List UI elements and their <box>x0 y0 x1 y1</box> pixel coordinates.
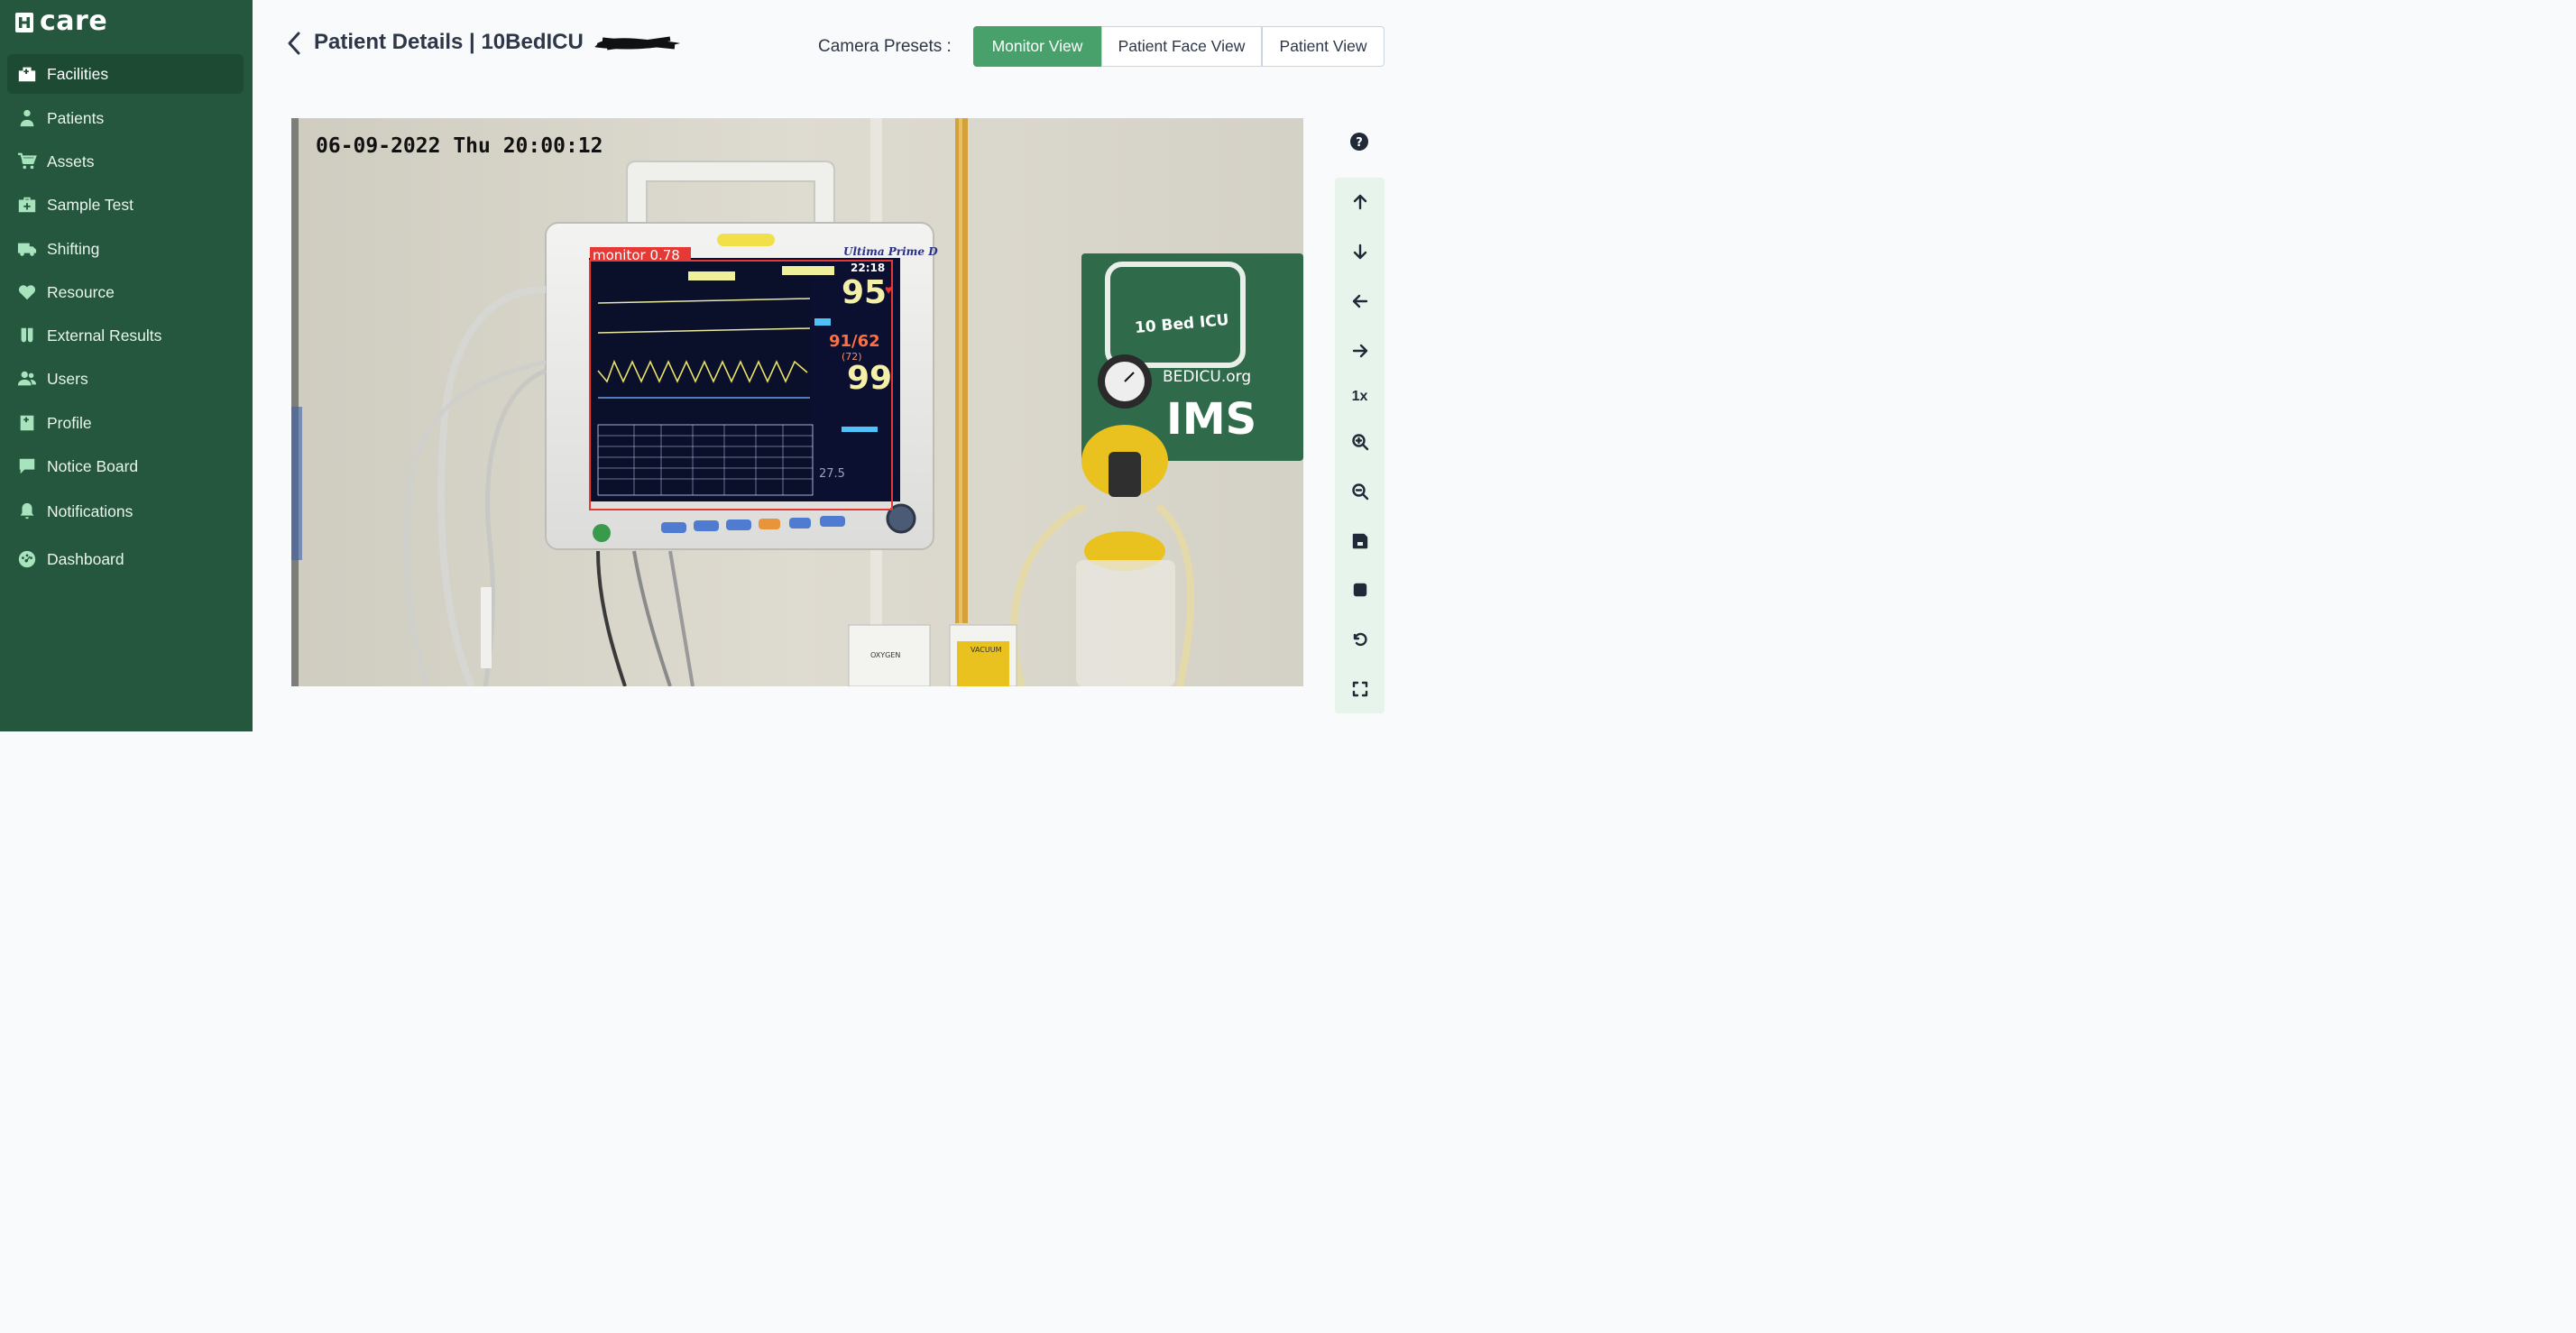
sidebar-item-resource[interactable]: Resource <box>7 272 244 312</box>
page-title: Patient Details | 10BedICU <box>314 30 584 54</box>
camera-feed[interactable]: Ultima Prime D 22:18 95 ♥ 91/62 (72) 99 … <box>291 118 1303 686</box>
redaction-scribble <box>594 36 680 51</box>
user-injured-icon <box>7 108 47 128</box>
pan-right-button[interactable] <box>1335 330 1385 372</box>
zoom-in-button[interactable] <box>1335 421 1385 463</box>
sidebar-item-dashboard[interactable]: Dashboard <box>7 539 244 579</box>
sidebar-item-label: Resource <box>47 282 115 301</box>
zoom-out-icon <box>1351 483 1368 501</box>
sidebar-item-label: Notifications <box>47 501 133 520</box>
stop-icon <box>1353 583 1366 597</box>
zoom-in-icon <box>1351 434 1368 451</box>
heart-rate-value: 95 <box>842 274 887 311</box>
cart-icon <box>7 152 47 171</box>
pan-up-button[interactable] <box>1335 181 1385 223</box>
reset-button[interactable] <box>1335 619 1385 660</box>
feed-timestamp: 06-09-2022 Thu 20:00:12 <box>316 134 603 158</box>
vacuum-outlet-label: VACUUM <box>971 646 1002 654</box>
bell-icon <box>7 501 47 521</box>
save-preset-button[interactable] <box>1335 520 1385 562</box>
pan-down-button[interactable] <box>1335 231 1385 272</box>
arrow-left-icon <box>1352 294 1367 308</box>
sidebar-item-notice-board[interactable]: Notice Board <box>7 446 244 486</box>
fullscreen-button[interactable] <box>1335 668 1385 710</box>
save-icon <box>1352 533 1367 549</box>
hospital-icon <box>7 64 47 84</box>
preset-patient-view-button[interactable]: Patient View <box>1262 26 1385 67</box>
sidebar-item-label: Patients <box>47 108 105 127</box>
vials-icon <box>7 326 47 345</box>
sidebar: care Facilities Patients Assets Sample T… <box>0 0 253 731</box>
sidebar-item-label: Assets <box>47 152 95 170</box>
comment-icon <box>7 456 47 476</box>
monitor-brand-text: Ultima Prime D <box>843 245 938 258</box>
wall-sign-url: BEDICU.org <box>1163 368 1251 386</box>
sidebar-item-patients[interactable]: Patients <box>7 98 244 138</box>
arrow-down-icon <box>1353 244 1366 260</box>
sidebar-item-label: Profile <box>47 413 92 432</box>
camera-frame-image: Ultima Prime D 22:18 95 ♥ 91/62 (72) 99 … <box>291 118 1303 686</box>
fullscreen-icon <box>1352 681 1367 697</box>
sidebar-item-profile[interactable]: Profile <box>7 403 244 443</box>
camera-presets-label: Camera Presets : <box>818 37 952 56</box>
preset-patient-face-view-button[interactable]: Patient Face View <box>1101 26 1262 67</box>
help-icon[interactable]: ? <box>1349 132 1369 152</box>
sidebar-item-external-results[interactable]: External Results <box>7 316 244 355</box>
temperature-value: 27.5 <box>819 467 845 481</box>
wall-sign-subtitle: IMS <box>1166 394 1256 445</box>
oxygen-outlet-label: OXYGEN <box>870 651 900 659</box>
sidebar-item-label: Shifting <box>47 239 100 258</box>
arrow-right-icon <box>1352 344 1367 358</box>
users-icon <box>7 369 47 389</box>
sidebar-item-users[interactable]: Users <box>7 359 244 399</box>
arrow-up-icon <box>1353 194 1366 210</box>
ambulance-icon <box>7 239 47 259</box>
zoom-level-button[interactable]: 1x <box>1335 376 1385 418</box>
zoom-out-button[interactable] <box>1335 471 1385 512</box>
preset-monitor-view-button[interactable]: Monitor View <box>973 26 1101 67</box>
sidebar-item-label: Facilities <box>47 64 109 83</box>
hospital-logo-icon <box>15 12 33 32</box>
sidebar-item-sample-test[interactable]: Sample Test <box>7 185 244 225</box>
spo2-value: 99 <box>847 360 892 397</box>
heartbeat-icon <box>7 282 47 302</box>
sidebar-item-label: Notice Board <box>47 456 139 475</box>
blood-pressure-value: 91/62 <box>829 332 880 351</box>
svg-text:?: ? <box>1356 136 1363 150</box>
reset-icon <box>1353 632 1367 647</box>
sidebar-item-label: Dashboard <box>47 549 124 568</box>
sidebar-item-assets[interactable]: Assets <box>7 142 244 181</box>
tachometer-icon <box>7 549 47 569</box>
detection-label: monitor 0.78 <box>593 247 680 263</box>
care-logo[interactable]: care <box>14 5 107 37</box>
sidebar-item-notifications[interactable]: Notifications <box>7 492 244 531</box>
sidebar-item-shifting[interactable]: Shifting <box>7 229 244 269</box>
medkit-icon <box>7 195 47 215</box>
monitor-time-text: 22:18 <box>851 262 885 274</box>
stop-button[interactable] <box>1335 569 1385 611</box>
logo-text: care <box>40 5 108 37</box>
hospital-user-icon <box>7 413 47 433</box>
sidebar-item-label: Users <box>47 369 88 388</box>
sidebar-item-label: Sample Test <box>47 195 133 214</box>
pan-left-button[interactable] <box>1335 280 1385 322</box>
back-arrow-icon[interactable] <box>285 31 303 56</box>
sidebar-item-facilities[interactable]: Facilities <box>7 54 244 94</box>
sidebar-item-label: External Results <box>47 326 162 345</box>
